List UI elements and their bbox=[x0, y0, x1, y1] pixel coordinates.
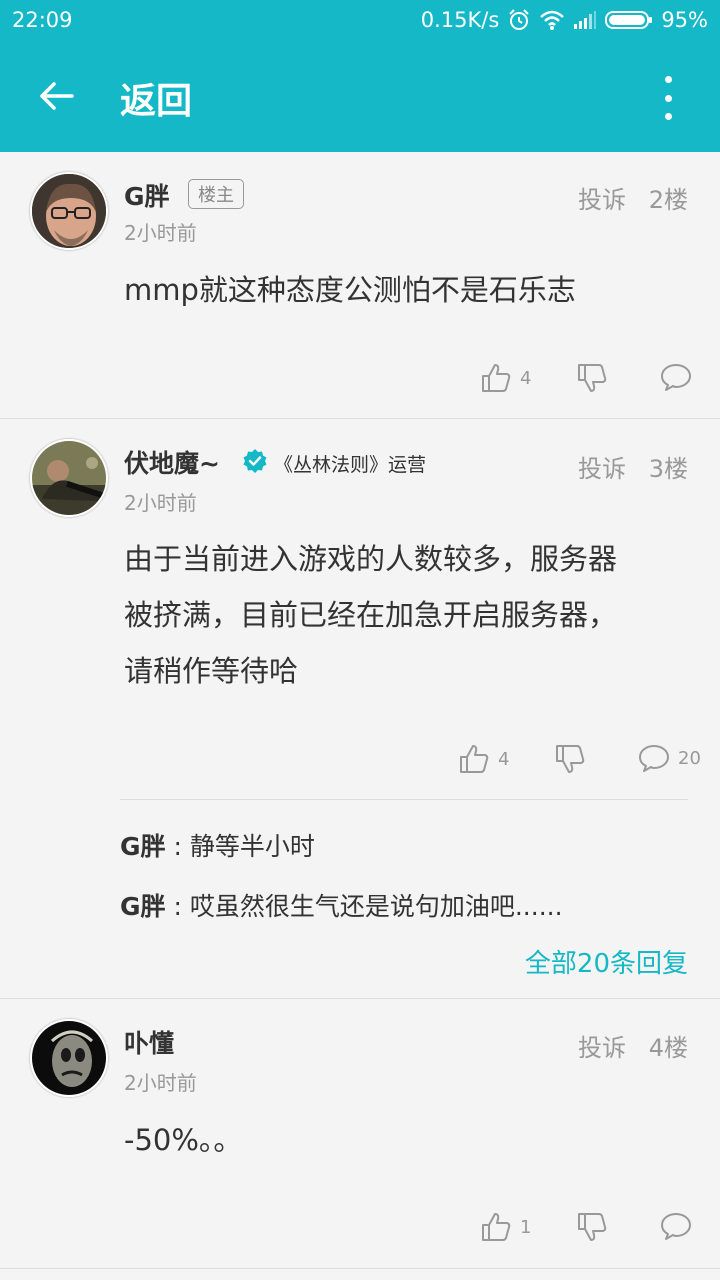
avatar[interactable] bbox=[30, 439, 108, 517]
thumbs-up-icon bbox=[482, 1213, 511, 1241]
status-icons: 0.15K/s 95% bbox=[421, 8, 708, 32]
post-content: 由于当前进入游戏的人数较多，服务器 被挤满，目前已经在加急开启服务器， 请稍作等… bbox=[124, 531, 694, 699]
toolbar: 返回 bbox=[0, 42, 720, 152]
thumbs-up-icon bbox=[460, 745, 489, 773]
content-line: 由于当前进入游戏的人数较多，服务器 bbox=[124, 542, 618, 576]
comment-icon bbox=[661, 1213, 691, 1240]
post-time: 2小时前 bbox=[124, 491, 197, 515]
comment-post: G胖 楼主 2小时前 投诉 2楼 mmp就这种态度公测怕不是石乐志 4 bbox=[0, 152, 720, 419]
thumbs-up-icon bbox=[482, 364, 511, 392]
post-content: -50%。。 bbox=[124, 1123, 243, 1157]
avatar-image bbox=[32, 174, 106, 248]
replies-divider bbox=[120, 799, 688, 800]
signal-icon bbox=[574, 11, 597, 29]
reply-text: 哎虽然很生气还是说句加油吧...... bbox=[189, 892, 563, 921]
floor-number: 3楼 bbox=[648, 455, 688, 483]
like-count: 1 bbox=[520, 1216, 532, 1238]
content-line: 请稍作等待哈 bbox=[124, 654, 299, 688]
dislike-button[interactable] bbox=[554, 743, 586, 775]
username[interactable]: 卟懂 bbox=[124, 1024, 174, 1060]
dot bbox=[664, 76, 672, 83]
username[interactable]: G胖 bbox=[124, 177, 170, 213]
reply-item[interactable]: G胖 : 静等半小时 bbox=[120, 827, 315, 863]
report-button[interactable]: 投诉 bbox=[578, 1028, 626, 1063]
toolbar-title[interactable]: 返回 bbox=[120, 72, 192, 124]
comment-button[interactable]: 20 bbox=[638, 743, 701, 773]
thumbs-down-icon bbox=[578, 364, 607, 392]
like-count: 4 bbox=[498, 748, 510, 770]
more-options-button[interactable] bbox=[656, 76, 680, 120]
avatar[interactable] bbox=[30, 172, 108, 250]
post-content: mmp就这种态度公测怕不是石乐志 bbox=[124, 273, 576, 307]
report-button[interactable]: 投诉 bbox=[578, 449, 626, 484]
reply-author: G胖 bbox=[120, 832, 166, 861]
battery-level: 95% bbox=[661, 8, 708, 32]
thumbs-down-icon bbox=[556, 745, 585, 773]
username[interactable]: 伏地魔~ bbox=[124, 444, 220, 480]
reply-separator: : bbox=[165, 832, 190, 861]
floor-number: 2楼 bbox=[648, 186, 688, 214]
report-button[interactable]: 投诉 bbox=[578, 180, 626, 215]
comment-post: 卟懂 2小时前 投诉 4楼 -50%。。 1 bbox=[0, 999, 720, 1269]
like-count: 4 bbox=[520, 367, 532, 389]
comment-icon bbox=[639, 745, 669, 772]
reply-author: G胖 bbox=[120, 892, 166, 921]
dot bbox=[664, 94, 672, 102]
dot bbox=[664, 113, 672, 120]
like-button[interactable]: 1 bbox=[480, 1211, 531, 1243]
thumbs-down-icon bbox=[578, 1213, 607, 1241]
app-bar: 22:09 0.15K/s 95% 返回 bbox=[0, 0, 720, 152]
avatar-image bbox=[32, 441, 106, 515]
reply-separator: : bbox=[165, 892, 190, 921]
like-button[interactable]: 4 bbox=[458, 743, 509, 775]
role-label: 《丛林法则》运营 bbox=[274, 454, 427, 476]
comment-icon bbox=[661, 364, 691, 391]
comment-button[interactable] bbox=[660, 362, 692, 392]
view-all-replies-link[interactable]: 全部20条回复 bbox=[525, 943, 688, 980]
verified-icon bbox=[243, 449, 267, 473]
op-badge: 楼主 bbox=[188, 179, 244, 209]
wifi-icon bbox=[540, 10, 565, 30]
reply-text: 静等半小时 bbox=[189, 832, 315, 861]
post-time: 2小时前 bbox=[124, 1071, 197, 1095]
floor-number: 4楼 bbox=[648, 1034, 688, 1062]
alarm-icon bbox=[509, 9, 530, 30]
content-line: 被挤满，目前已经在加急开启服务器， bbox=[124, 598, 618, 632]
dislike-button[interactable] bbox=[576, 362, 608, 394]
dislike-button[interactable] bbox=[576, 1211, 608, 1243]
avatar-image bbox=[32, 1021, 106, 1095]
reply-item[interactable]: G胖 : 哎虽然很生气还是说句加油吧...... bbox=[120, 887, 563, 923]
comment-button[interactable] bbox=[660, 1211, 692, 1241]
post-time: 2小时前 bbox=[124, 221, 197, 245]
network-speed: 0.15K/s bbox=[420, 8, 500, 32]
comment-post: 伏地魔~ 《丛林法则》运营 2小时前 投诉 3楼 由于当前进入游戏的人数较多，服… bbox=[0, 419, 720, 999]
like-button[interactable]: 4 bbox=[480, 362, 531, 394]
avatar[interactable] bbox=[30, 1019, 108, 1097]
comment-count: 20 bbox=[678, 747, 701, 769]
arrow-left-icon bbox=[40, 82, 74, 110]
status-bar: 22:09 0.15K/s 95% bbox=[0, 0, 720, 42]
status-time: 22:09 bbox=[12, 8, 73, 32]
back-button[interactable] bbox=[34, 74, 78, 118]
battery-icon bbox=[605, 11, 653, 29]
